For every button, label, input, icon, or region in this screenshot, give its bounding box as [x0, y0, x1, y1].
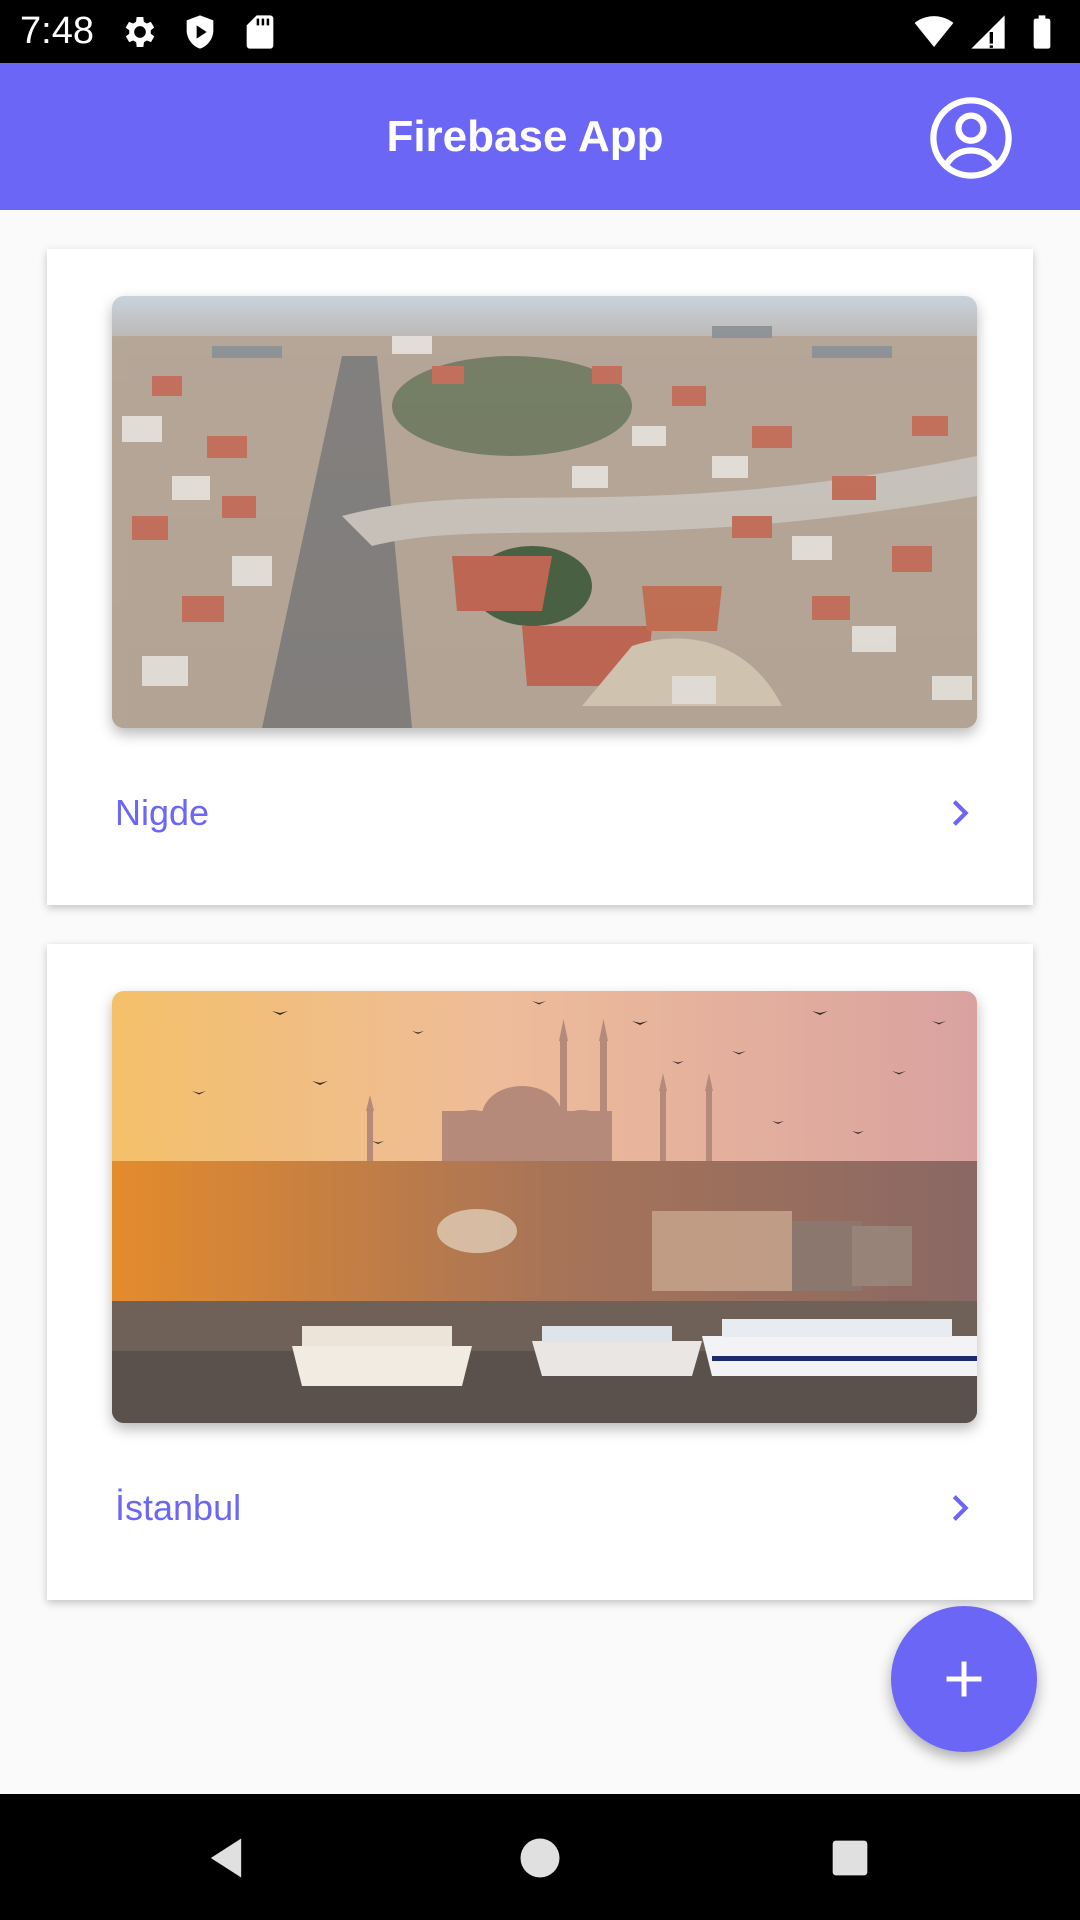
home-icon — [520, 1838, 560, 1878]
settings-icon — [125, 17, 155, 47]
account-button[interactable] — [928, 95, 1014, 181]
status-left-icons — [120, 12, 280, 52]
city-name-istanbul: İstanbul — [115, 1487, 242, 1528]
app-title: Firebase App — [386, 112, 664, 161]
status-right-icons — [914, 12, 1062, 52]
play-protect-icon — [186, 15, 214, 49]
city-image-nigde — [112, 296, 977, 728]
status-bar: 7:48 — [0, 0, 1080, 63]
sd-card-icon — [246, 15, 274, 49]
chevron-right-icon — [940, 1486, 984, 1530]
account-circle-icon — [930, 97, 1012, 179]
wifi-icon — [914, 16, 954, 47]
back-button[interactable] — [200, 1832, 252, 1884]
city-name-nigde: Nigde — [115, 792, 210, 833]
system-nav-bar — [0, 1794, 1080, 1920]
city-card-nigde[interactable]: Nigde — [47, 249, 1033, 905]
add-city-button[interactable] — [891, 1606, 1037, 1752]
status-time: 7:48 — [20, 10, 94, 52]
app-bar: Firebase App — [0, 63, 1080, 210]
city-image-istanbul — [112, 991, 977, 1423]
plus-icon — [946, 1661, 982, 1697]
home-button[interactable] — [514, 1832, 566, 1884]
chevron-right-icon — [940, 791, 984, 835]
cell-signal-icon — [971, 15, 1005, 49]
back-icon — [210, 1838, 242, 1878]
recents-button[interactable] — [824, 1832, 876, 1884]
city-card-istanbul[interactable]: İstanbul — [47, 944, 1033, 1600]
battery-icon — [1033, 15, 1051, 49]
recents-icon — [832, 1840, 868, 1876]
